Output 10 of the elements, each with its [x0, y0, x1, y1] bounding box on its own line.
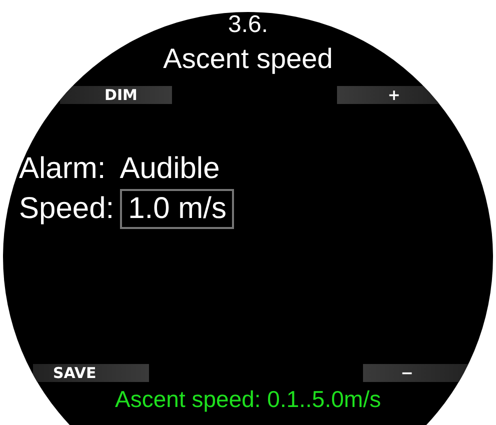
screen-title: Ascent speed [163, 42, 333, 76]
softkey-button[interactable]: SAVE [33, 364, 149, 382]
menu-number: 3.6. [228, 12, 268, 38]
field-label: Speed: [19, 191, 114, 227]
softkey-button[interactable]: DIM [60, 86, 172, 104]
field-value: 1.0 m/s [120, 189, 234, 229]
field-value: Audible [118, 151, 221, 187]
field-label: Alarm: [19, 151, 106, 187]
range-hint: Ascent speed: 0.1..5.0m/s [115, 385, 381, 414]
softkey-button[interactable]: + [337, 86, 441, 104]
